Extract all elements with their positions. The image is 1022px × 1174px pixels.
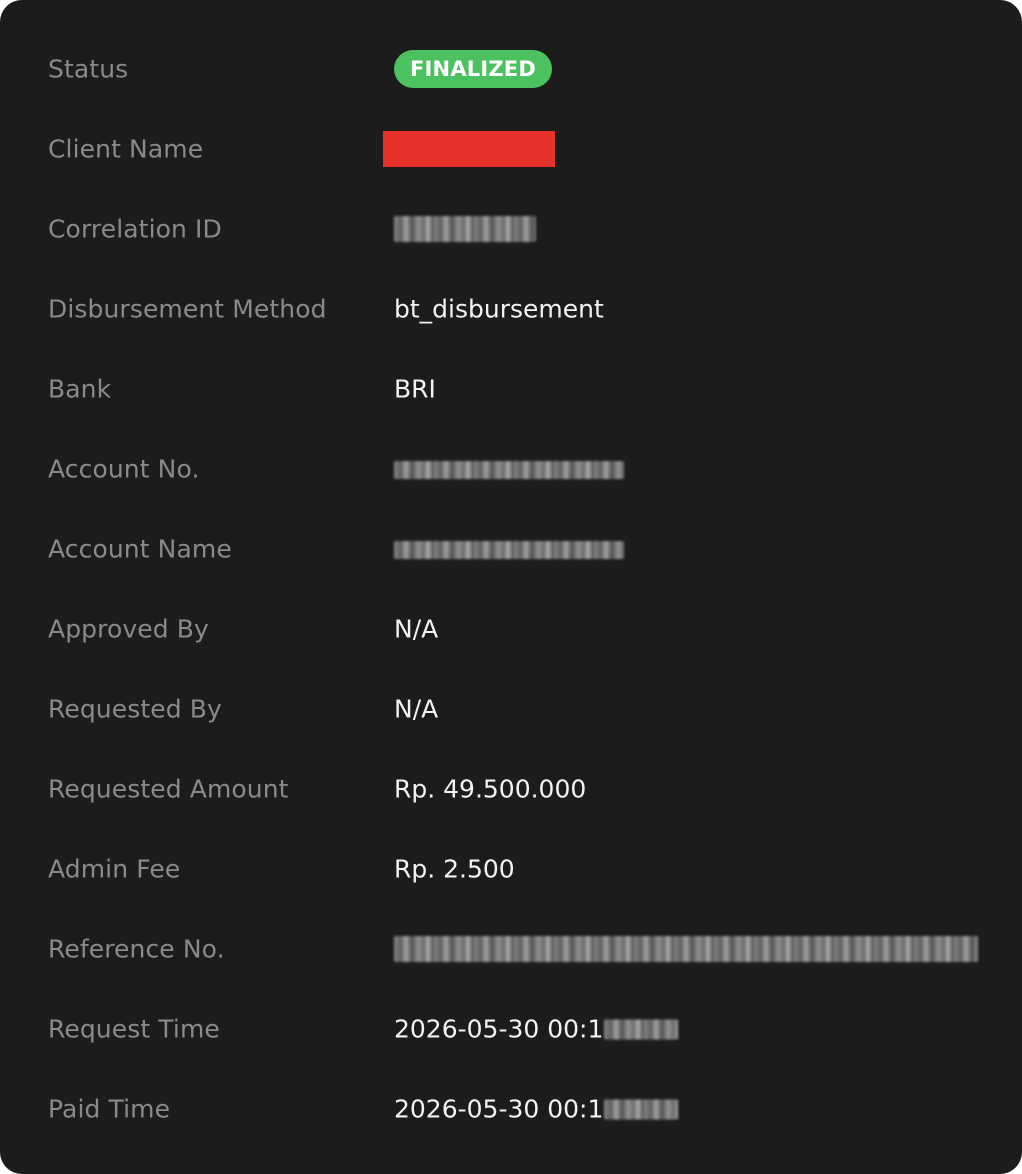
approved-by-label: Approved By [48, 614, 209, 644]
account-name-value [394, 539, 624, 559]
paid-time-value: 2026-05-30 00:1 [394, 1094, 679, 1124]
requested-amount-row: Requested Amount Rp. 49.500.000 [0, 749, 1022, 829]
request-time-value: 2026-05-30 00:1 [394, 1014, 679, 1044]
account-no-row: Account No. [0, 429, 1022, 509]
blurred-value [604, 1019, 679, 1039]
request-time-row: Request Time 2026-05-30 00:1 [0, 989, 1022, 1069]
paid-time-label: Paid Time [48, 1094, 171, 1124]
blurred-value [394, 936, 978, 962]
account-name-label: Account Name [48, 534, 232, 564]
reference-no-row: Reference No. [0, 909, 1022, 989]
client-name-row: Client Name [0, 109, 1022, 189]
blurred-value [394, 461, 624, 479]
disbursement-method-row: Disbursement Method bt_disbursement [0, 269, 1022, 349]
bank-row: Bank BRI [0, 349, 1022, 429]
request-time-label: Request Time [48, 1014, 220, 1044]
status-badge: FINALIZED [394, 50, 552, 88]
blurred-value [394, 216, 536, 242]
client-name-label: Client Name [48, 134, 204, 164]
request-time-text: 2026-05-30 00:1 [394, 1014, 604, 1044]
blurred-value [394, 541, 624, 559]
disbursement-method-label: Disbursement Method [48, 294, 327, 324]
status-value: FINALIZED [394, 50, 552, 88]
blurred-value [604, 1099, 679, 1119]
requested-by-value: N/A [394, 694, 439, 724]
disbursement-method-value: bt_disbursement [394, 294, 604, 324]
redaction-box [383, 131, 555, 167]
requested-by-row: Requested By N/A [0, 669, 1022, 749]
transaction-details-card: Status FINALIZED Client Name Correlation… [0, 0, 1022, 1174]
bank-value: BRI [394, 374, 436, 404]
admin-fee-label: Admin Fee [48, 854, 181, 884]
correlation-id-row: Correlation ID [0, 189, 1022, 269]
correlation-id-value [394, 216, 536, 242]
admin-fee-row: Admin Fee Rp. 2.500 [0, 829, 1022, 909]
requested-by-label: Requested By [48, 694, 222, 724]
client-name-value [383, 131, 555, 167]
account-name-row: Account Name [0, 509, 1022, 589]
account-no-value [394, 459, 624, 479]
requested-amount-value: Rp. 49.500.000 [394, 774, 587, 804]
paid-time-row: Paid Time 2026-05-30 00:1 [0, 1069, 1022, 1149]
bank-label: Bank [48, 374, 112, 404]
correlation-id-label: Correlation ID [48, 214, 222, 244]
admin-fee-value: Rp. 2.500 [394, 854, 515, 884]
status-row: Status FINALIZED [0, 29, 1022, 109]
approved-by-row: Approved By N/A [0, 589, 1022, 669]
account-no-label: Account No. [48, 454, 200, 484]
paid-time-text: 2026-05-30 00:1 [394, 1094, 604, 1124]
approved-by-value: N/A [394, 614, 439, 644]
requested-amount-label: Requested Amount [48, 774, 289, 804]
reference-no-value [394, 936, 978, 962]
reference-no-label: Reference No. [48, 934, 225, 964]
status-label: Status [48, 54, 129, 84]
